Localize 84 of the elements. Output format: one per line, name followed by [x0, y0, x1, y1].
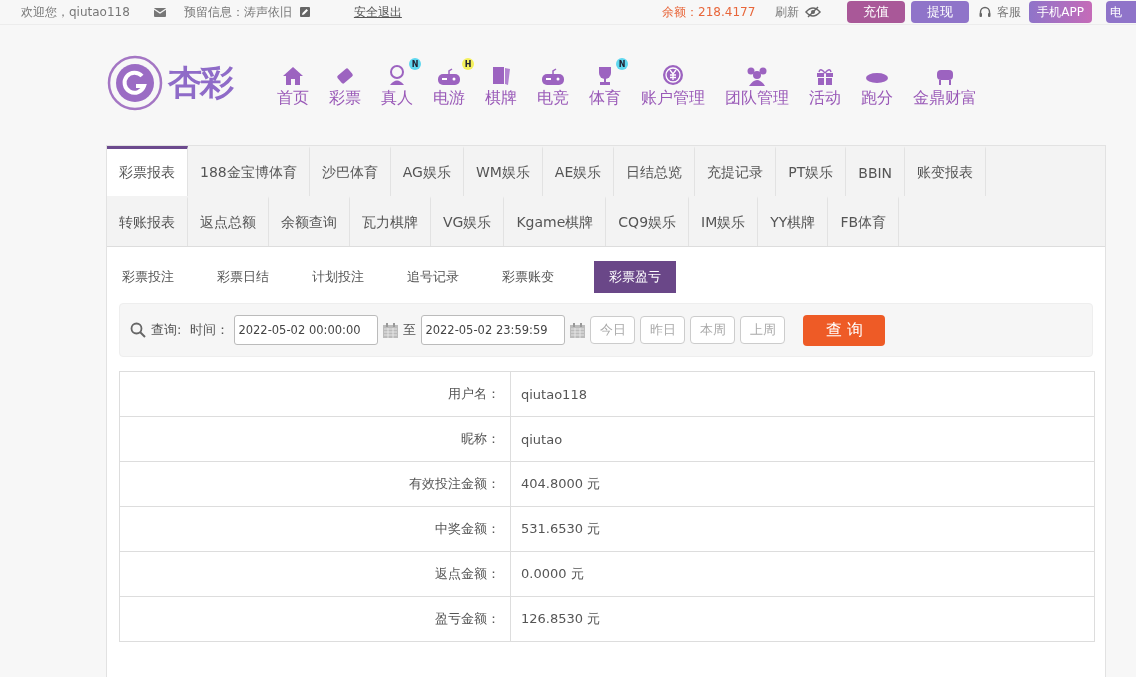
sub-tab[interactable]: 计划投注 — [309, 261, 379, 293]
reserved-info: 预留信息：涛声依旧 — [183, 3, 292, 21]
field-label: 昵称： — [119, 416, 511, 462]
balance-text: 余额：218.4177 — [662, 3, 756, 21]
nav-item[interactable]: 棋牌 — [476, 57, 526, 109]
top-action-button[interactable]: 提现 — [911, 1, 970, 23]
nav-item[interactable]: 活动 — [800, 57, 850, 109]
report-tab[interactable]: Kgame棋牌 — [504, 196, 607, 246]
report-tab[interactable]: AG娱乐 — [390, 146, 464, 196]
nav-item[interactable]: 团队管理 — [716, 57, 798, 109]
home-icon — [282, 66, 304, 86]
field-value: 531.6530 元 — [510, 506, 1095, 552]
report-tab[interactable]: 余额查询 — [269, 196, 350, 246]
field-label: 有效投注金额： — [119, 461, 511, 507]
sub-tab[interactable]: 彩票投注 — [119, 261, 189, 293]
report-tab[interactable]: VG娱乐 — [431, 196, 505, 246]
app-button[interactable]: 手机APP — [1029, 1, 1092, 23]
nav-item[interactable]: H 电游 — [424, 57, 474, 109]
field-value: 0.0000 元 — [510, 551, 1095, 597]
edit-icon[interactable] — [299, 7, 310, 17]
field-label: 返点金额： — [119, 551, 511, 597]
report-tab[interactable]: FB体育 — [828, 196, 900, 246]
logout-link[interactable]: 安全退出 — [353, 3, 402, 21]
search-icon — [130, 322, 146, 338]
report-tab[interactable]: BBIN — [846, 146, 906, 196]
report-tab[interactable]: PT娱乐 — [776, 146, 847, 196]
time-label: 时间： — [190, 321, 230, 339]
headset-icon[interactable] — [979, 6, 992, 18]
nav-item[interactable]: 账户管理 — [632, 57, 714, 109]
report-tab[interactable]: CQ9娱乐 — [606, 196, 690, 246]
gamepad-icon — [437, 68, 461, 86]
logo-emblem-icon[interactable] — [106, 54, 164, 112]
nav-badge: N — [409, 58, 421, 70]
field-value: 126.8530 元 — [510, 596, 1095, 642]
nav-item[interactable]: N 体育 — [580, 57, 630, 109]
nav-badge: N — [616, 58, 628, 70]
query-label: 查询: — [151, 321, 182, 339]
field-value: qiutao — [510, 416, 1095, 462]
report-tab[interactable]: 彩票报表 — [107, 146, 188, 196]
top-action-button[interactable]: 充值 — [847, 1, 906, 23]
nav-item[interactable]: 跑分 — [852, 57, 902, 109]
nav-item[interactable]: 电竞 — [528, 57, 578, 109]
field-label: 中奖金额： — [119, 506, 511, 552]
field-value: qiutao118 — [510, 371, 1095, 417]
field-label: 用户名： — [119, 371, 511, 417]
nav-item[interactable]: 彩票 — [320, 57, 370, 109]
report-tab[interactable]: 瓦力棋牌 — [350, 196, 431, 246]
sub-tab[interactable]: 追号记录 — [404, 261, 474, 293]
eye-slash-icon[interactable] — [805, 6, 822, 18]
sub-tab[interactable]: 彩票日结 — [214, 261, 284, 293]
welcome-text: 欢迎您，qiutao118 — [21, 3, 130, 21]
app-button[interactable]: 电 — [1106, 1, 1136, 23]
report-tab[interactable]: 转账报表 — [107, 196, 188, 246]
mail-icon[interactable] — [153, 7, 166, 17]
report-tab[interactable]: 日结总览 — [614, 146, 696, 196]
gift-icon — [815, 66, 835, 86]
end-time-field[interactable]: 2022-05-02 23:59:59 — [421, 315, 566, 345]
report-tab[interactable]: 充提记录 — [695, 146, 777, 196]
yen-coin-icon — [662, 64, 684, 86]
sub-tab[interactable]: 彩票盈亏 — [594, 261, 676, 293]
report-tab[interactable]: 188金宝博体育 — [188, 146, 310, 196]
service-link[interactable]: 客服 — [997, 3, 1022, 21]
report-tab[interactable]: AE娱乐 — [542, 146, 615, 196]
report-tab[interactable]: 账变报表 — [905, 146, 987, 196]
nav-item[interactable]: N 真人 — [372, 57, 422, 109]
sub-tab[interactable]: 彩票账变 — [499, 261, 569, 293]
cards-icon — [491, 66, 511, 86]
gamepad-icon — [541, 68, 565, 86]
nav-item[interactable]: 首页 — [268, 57, 318, 109]
report-tab[interactable]: WM娱乐 — [463, 146, 543, 196]
report-tab[interactable]: 沙巴体育 — [309, 146, 391, 196]
refresh-link[interactable]: 刷新 — [775, 3, 800, 21]
nav-item[interactable]: 金鼎财富 — [904, 57, 986, 109]
report-tab[interactable]: 返点总额 — [188, 196, 269, 246]
calendar-icon[interactable] — [383, 322, 399, 338]
logo-text[interactable]: 杏彩 — [168, 60, 232, 106]
calendar-icon[interactable] — [570, 322, 586, 338]
start-time-field[interactable]: 2022-05-02 00:00:00 — [234, 315, 379, 345]
to-label: 至 — [403, 321, 417, 339]
field-value: 404.8000 元 — [510, 461, 1095, 507]
nav-badge: H — [462, 58, 474, 70]
report-tab[interactable]: IM娱乐 — [689, 196, 759, 246]
field-label: 盈亏金额： — [119, 596, 511, 642]
report-tab[interactable]: YY棋牌 — [758, 196, 829, 246]
